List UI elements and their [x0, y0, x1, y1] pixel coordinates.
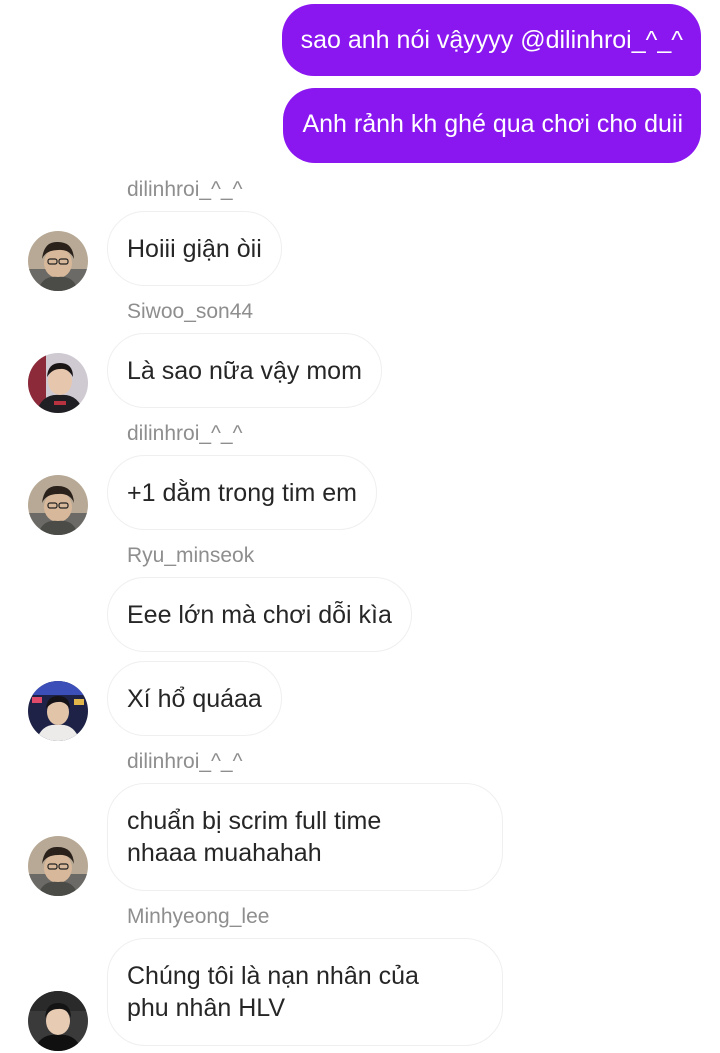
message-text: Anh rảnh kh ghé qua chơi cho duii [302, 110, 683, 138]
incoming-message-bubble[interactable]: Eee lớn mà chơi dỗi kìa [107, 577, 412, 652]
message-text-line: nhaaa muahahah [127, 839, 322, 867]
message-text: Hoiii giận òii [127, 234, 262, 263]
incoming-message-bubble[interactable]: Xí hổ quáaa [107, 661, 282, 736]
message-text: +1 dằm trong tim em [127, 478, 357, 507]
message-text-line: Chúng tôi là nạn nhân của [127, 962, 419, 990]
avatar-ryu-icon [28, 681, 88, 741]
sender-name: Minhyeong_lee [127, 905, 270, 928]
avatar-dilinhroi-icon [28, 475, 88, 535]
message-text-line: chuẩn bị scrim full time [127, 807, 382, 835]
user-avatar[interactable] [28, 353, 88, 413]
outgoing-message-bubble[interactable]: Anh rảnh kh ghé qua chơi cho duii [283, 88, 701, 163]
avatar-minhyeong-icon [28, 991, 88, 1051]
user-avatar[interactable] [28, 681, 88, 741]
sender-name: dilinhroi_^_^ [127, 178, 243, 201]
user-avatar[interactable] [28, 475, 88, 535]
incoming-message-bubble[interactable]: chuẩn bị scrim full time nhaaa muahahah [107, 783, 503, 891]
sender-name: dilinhroi_^_^ [127, 750, 243, 773]
sender-name: Ryu_minseok [127, 544, 255, 567]
sender-name: Siwoo_son44 [127, 300, 254, 323]
incoming-message-bubble[interactable]: Là sao nữa vậy mom [107, 333, 382, 408]
avatar-siwoo-icon [28, 353, 88, 413]
avatar-dilinhroi-icon [28, 836, 88, 896]
message-text: Là sao nữa vậy mom [127, 356, 362, 385]
incoming-message-bubble[interactable]: +1 dằm trong tim em [107, 455, 377, 530]
avatar-dilinhroi-icon [28, 231, 88, 291]
user-avatar[interactable] [28, 991, 88, 1051]
user-avatar[interactable] [28, 231, 88, 291]
message-text: Xí hổ quáaa [127, 684, 262, 713]
incoming-message-bubble[interactable]: Hoiii giận òii [107, 211, 282, 286]
message-text: sao anh nói vậyyyy @dilinhroi_^_^ [300, 26, 683, 54]
outgoing-message-bubble[interactable]: sao anh nói vậyyyy @dilinhroi_^_^ [281, 4, 701, 76]
message-text-line: phu nhân HLV [127, 994, 285, 1022]
incoming-message-bubble[interactable]: Chúng tôi là nạn nhân của phu nhân HLV [107, 938, 503, 1046]
message-text: Eee lớn mà chơi dỗi kìa [127, 600, 392, 629]
user-avatar[interactable] [28, 836, 88, 896]
sender-name: dilinhroi_^_^ [127, 422, 243, 445]
